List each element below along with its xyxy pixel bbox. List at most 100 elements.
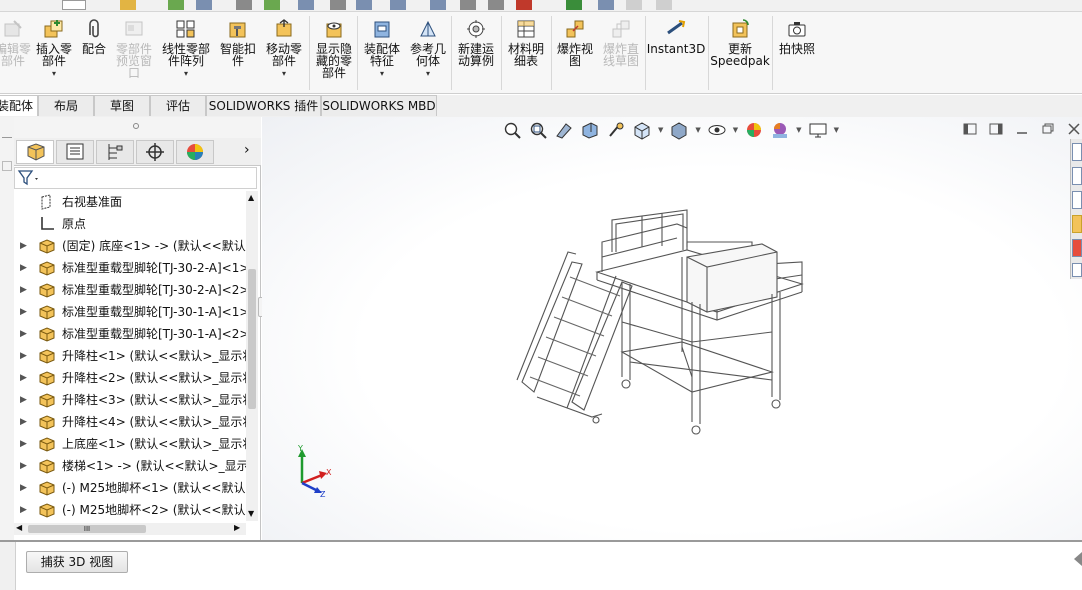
monitor-icon[interactable] [808, 120, 828, 140]
tree-item[interactable]: ▶ (-) M25地脚杯<2> (默认<<默认> [14, 499, 246, 521]
hide-show-items-icon[interactable] [707, 120, 727, 140]
view-palette-icon[interactable] [1072, 215, 1082, 233]
scroll-up-arrow[interactable]: ▲ [248, 193, 254, 202]
zoom-to-fit-icon[interactable] [502, 120, 522, 140]
tree-item[interactable]: ▶ 升降柱<1> (默认<<默认>_显示状 [14, 345, 246, 367]
tree-item[interactable]: 右视基准面 [14, 191, 246, 213]
expand-arrow-icon[interactable]: ▶ [20, 279, 27, 301]
show-hidden-components-button[interactable]: 显示隐 藏的零 部件 [312, 16, 356, 92]
design-library-icon[interactable] [1072, 167, 1082, 185]
section-view-icon[interactable] [580, 120, 600, 140]
chevron-down-icon[interactable]: ▼ [796, 126, 801, 134]
tile-left-icon[interactable] [962, 121, 978, 137]
reference-geometry-button[interactable]: 参考几 何体 ▾ [406, 16, 450, 92]
toolbar-icon[interactable] [656, 0, 672, 10]
chevron-down-icon[interactable]: ▼ [695, 126, 700, 134]
explode-line-sketch-button[interactable]: 爆炸直 线草图 [599, 16, 643, 92]
expand-arrow-icon[interactable]: ▶ [20, 389, 27, 411]
expand-arrow-icon[interactable]: ▶ [20, 499, 27, 521]
expand-arrow-icon[interactable]: ▶ [20, 257, 27, 279]
chevron-down-icon[interactable]: ▾ [282, 69, 286, 78]
restore-icon[interactable] [1040, 121, 1056, 137]
component-preview-button[interactable]: 零部件 预览窗 口 [112, 16, 156, 92]
select-arrow-icon[interactable] [62, 0, 86, 10]
chevron-down-icon[interactable]: ▾ [426, 69, 430, 78]
tree-item[interactable]: ▶ 楼梯<1> -> (默认<<默认>_显示 [14, 455, 246, 477]
toolbar-icon[interactable] [598, 0, 614, 10]
home-icon[interactable] [1072, 143, 1082, 161]
tab-assembly[interactable]: 装配体 [0, 95, 38, 116]
scroll-thumb[interactable]: III [28, 525, 146, 533]
previous-view-icon[interactable] [554, 120, 574, 140]
expand-arrow-icon[interactable]: ▶ [20, 323, 27, 345]
chevron-down-icon[interactable]: ▼ [658, 126, 663, 134]
chevron-down-icon[interactable]: ▼ [834, 126, 839, 134]
scroll-thumb[interactable] [248, 269, 256, 409]
scroll-right-arrow[interactable]: ▶ [234, 523, 240, 532]
toolbar-icon[interactable] [196, 0, 212, 10]
filter-box[interactable] [14, 167, 257, 189]
close-icon[interactable] [566, 0, 582, 10]
panel-handle-icon[interactable] [133, 123, 139, 129]
toolbar-icon[interactable] [264, 0, 280, 10]
toolbar-icon[interactable] [330, 0, 346, 10]
toolbar-icon[interactable] [516, 0, 532, 10]
edit-appearance-icon[interactable] [744, 120, 764, 140]
expand-arrow-icon[interactable]: ▶ [20, 455, 27, 477]
bill-of-materials-button[interactable]: 材料明 细表 [504, 16, 548, 92]
chevron-down-icon[interactable]: ▾ [380, 69, 384, 78]
expand-arrow-icon[interactable]: ▶ [20, 345, 27, 367]
toolbar-icon[interactable] [430, 0, 446, 10]
assembly-features-button[interactable]: 装配体 特征 ▾ [360, 16, 404, 92]
tree-item[interactable]: ▶ 标准型重载型脚轮[TJ-30-1-A]<2> [14, 323, 246, 345]
tab-dimxpert[interactable] [136, 140, 174, 164]
take-snapshot-button[interactable]: 拍快照 [776, 16, 818, 92]
tree-item[interactable]: ▶ 升降柱<2> (默认<<默认>_显示状 [14, 367, 246, 389]
expand-arrow-icon[interactable]: ▶ [20, 433, 27, 455]
display-style-icon[interactable] [669, 120, 689, 140]
assembly-model[interactable] [512, 202, 832, 472]
graphics-area[interactable]: ▼ ▼ ▼ ▼ ▼ Y X Z [262, 117, 1082, 540]
zoom-to-area-icon[interactable] [528, 120, 548, 140]
expand-arrow-icon[interactable]: ▶ [20, 235, 27, 257]
tab-configurationmanager[interactable] [96, 140, 134, 164]
horizontal-scrollbar[interactable]: ◀ III ▶ [14, 523, 246, 535]
toolbar-icon[interactable] [626, 0, 642, 10]
expand-arrow-icon[interactable]: ▶ [20, 411, 27, 433]
rebuild-icon[interactable] [120, 0, 136, 10]
vertical-scrollbar[interactable]: ▲ ▼ [246, 191, 258, 521]
expand-arrow-icon[interactable]: ▶ [20, 301, 27, 323]
chevron-down-icon[interactable]: ▼ [733, 126, 738, 134]
tree-item[interactable]: 原点 [14, 213, 246, 235]
exploded-view-button[interactable]: 爆炸视 图 [553, 16, 597, 92]
options-icon[interactable] [168, 0, 184, 10]
linear-pattern-button[interactable]: 线性零部 件阵列 ▾ [158, 16, 214, 92]
appearances-icon[interactable] [1072, 239, 1082, 257]
filter-icon[interactable] [15, 168, 41, 188]
minimize-icon[interactable] [1014, 121, 1030, 137]
chevron-down-icon[interactable]: ▾ [184, 69, 188, 78]
scroll-left-arrow[interactable]: ◀ [16, 523, 22, 532]
new-motion-study-button[interactable]: 新建运 动算例 [454, 16, 498, 92]
tab-propertymanager[interactable] [56, 140, 94, 164]
tab-layout[interactable]: 布局 [38, 95, 94, 116]
mate-button[interactable]: 配合 [78, 16, 110, 92]
move-component-button[interactable]: 移动零 部件 ▾ [262, 16, 306, 92]
tree-item[interactable]: ▶ 标准型重载型脚轮[TJ-30-2-A]<2> [14, 279, 246, 301]
file-explorer-icon[interactable] [1072, 191, 1082, 209]
toolbar-icon[interactable] [356, 0, 372, 10]
update-speedpak-button[interactable]: 更新 Speedpak [710, 16, 770, 92]
tab-solidworks-addins[interactable]: SOLIDWORKS 插件 [206, 95, 321, 116]
tab-displaymanager[interactable] [176, 140, 214, 164]
tab-featuremanager[interactable] [16, 140, 54, 164]
panel-grip[interactable] [2, 137, 12, 143]
custom-properties-icon[interactable] [1072, 263, 1082, 277]
apply-scene-icon[interactable] [770, 120, 790, 140]
scroll-down-arrow[interactable]: ▼ [248, 509, 254, 518]
toolbar-icon[interactable] [298, 0, 314, 10]
view-orientation-icon[interactable] [632, 120, 652, 140]
smart-fasteners-button[interactable]: 智能扣 件 [218, 16, 258, 92]
toolbar-icon[interactable] [488, 0, 504, 10]
tree-item[interactable]: ▶ (-) M25地脚杯<1> (默认<<默认> [14, 477, 246, 499]
insert-component-button[interactable]: 插入零 部件 ▾ [34, 16, 74, 92]
